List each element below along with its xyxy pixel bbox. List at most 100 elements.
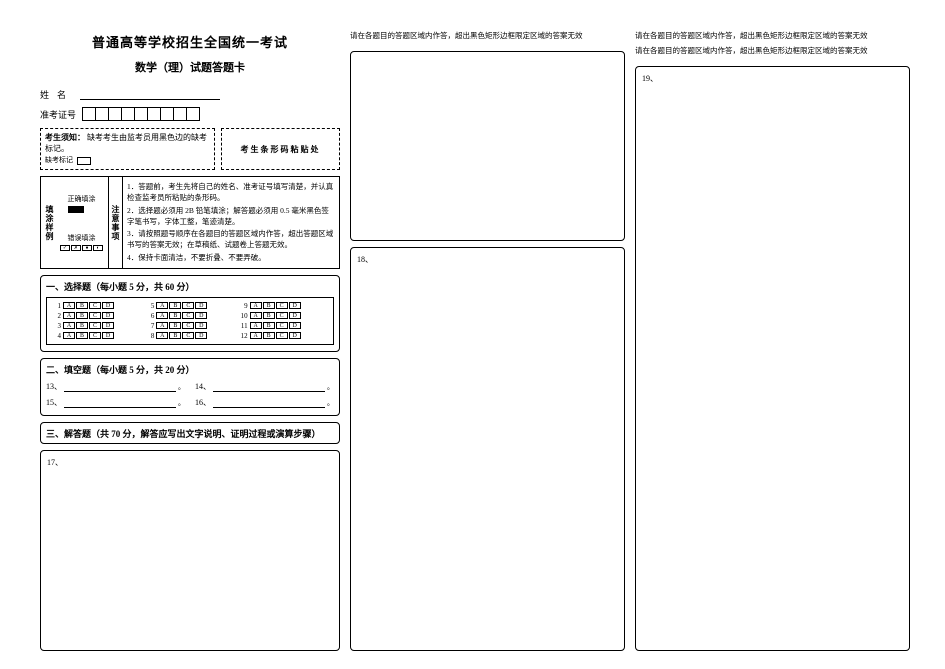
choice-qnum: 5 — [143, 301, 155, 311]
choice-bubble[interactable]: A — [156, 322, 168, 329]
choice-bubble[interactable]: C — [276, 332, 288, 339]
choice-bubble[interactable]: A — [250, 322, 262, 329]
notice-list: 1．答题前，考生先将自己的姓名、准考证号填写清楚，并认真检查监考员所粘贴的条形码… — [123, 177, 339, 268]
choice-bubble[interactable]: B — [263, 302, 275, 309]
answer-sheet: 普通高等学校招生全国统一考试 数学（理）试题答题卡 姓名 准考证号 考生须知： … — [0, 0, 945, 669]
choice-bubble[interactable]: D — [195, 322, 207, 329]
choice-qnum: 11 — [237, 321, 249, 331]
q15-label: 15、 — [46, 397, 62, 408]
choice-qnum: 3 — [50, 321, 62, 331]
q16-line[interactable] — [213, 400, 325, 408]
choice-bubble[interactable]: A — [156, 332, 168, 339]
section-1: 一、选择题（每小题 5 分，共 60 分） 1ABCD5ABCD9ABCD2AB… — [40, 275, 340, 352]
absent-label: 考生须知： — [45, 133, 85, 142]
column-1: 普通高等学校招生全国统一考试 数学（理）试题答题卡 姓名 准考证号 考生须知： … — [40, 30, 340, 651]
choice-bubble[interactable]: D — [289, 332, 301, 339]
q17-continued-box[interactable] — [350, 51, 625, 241]
choice-qnum: 7 — [143, 321, 155, 331]
q16-label: 16、 — [195, 397, 211, 408]
choice-bubble[interactable]: A — [63, 312, 75, 319]
choice-bubble[interactable]: A — [250, 332, 262, 339]
choice-bubble[interactable]: B — [263, 322, 275, 329]
col2-warning: 请在各题目的答题区域内作答，超出黑色矩形边框限定区域的答案无效 — [350, 30, 625, 41]
choice-bubble[interactable]: C — [276, 322, 288, 329]
choice-bubble[interactable]: B — [76, 332, 88, 339]
q18-box[interactable]: 18、 — [350, 247, 625, 651]
choice-bubble[interactable]: B — [76, 322, 88, 329]
choice-bubble[interactable]: D — [289, 302, 301, 309]
absent-mark-label: 缺考标记 — [45, 156, 73, 166]
section-3-header: 三、解答题（共 70 分，解答应写出文字说明、证明过程或演算步骤） — [40, 422, 340, 444]
notice-item-2: 2．选择题必须用 2B 铅笔填涂；解答题必须用 0.5 毫米黑色签字笔书写，字体… — [127, 205, 335, 228]
column-3: 请在各题目的答题区域内作答，超出黑色矩形边框限定区域的答案无效 请在各题目的答题… — [635, 30, 910, 651]
main-title: 普通高等学校招生全国统一考试 — [40, 32, 340, 51]
choice-bubble[interactable]: C — [182, 322, 194, 329]
rules-box: 填涂样例 正确填涂 错误填涂 ✓✗●◐ — [40, 176, 340, 269]
choice-qnum: 6 — [143, 311, 155, 321]
notice-item-3: 3．请按照题号顺序在各题目的答题区域内作答，超出答题区域书写的答案无效；在草稿纸… — [127, 228, 335, 251]
barcode-area: 考生条形码粘贴处 — [221, 128, 340, 170]
choice-bubble[interactable]: D — [195, 332, 207, 339]
choice-bubble[interactable]: A — [156, 302, 168, 309]
section-2-title: 二、填空题（每小题 5 分，共 20 分） — [46, 363, 334, 376]
choice-bubble[interactable]: C — [182, 302, 194, 309]
notice-item-1: 1．答题前，考生先将自己的姓名、准考证号填写清楚，并认真检查监考员所粘贴的条形码… — [127, 181, 335, 204]
choice-bubble[interactable]: A — [63, 332, 75, 339]
choice-qnum: 1 — [50, 301, 62, 311]
choice-bubble[interactable]: A — [63, 302, 75, 309]
q13-line[interactable] — [64, 384, 176, 392]
q15-line[interactable] — [64, 400, 176, 408]
q17-box[interactable]: 17、 — [40, 450, 340, 651]
wrong-sample-label: 错误填涂 — [60, 233, 103, 243]
choice-bubble[interactable]: C — [182, 332, 194, 339]
name-label: 姓名 — [40, 88, 74, 101]
fill-barcode-row: 考生须知： 缺考考生由监考员用黑色边的缺考标记。 缺考标记 考生条形码粘贴处 — [40, 128, 340, 170]
choice-bubble[interactable]: D — [102, 332, 114, 339]
notice-label-col: 注意事项 — [109, 177, 123, 268]
choice-bubble[interactable]: C — [89, 322, 101, 329]
choice-bubble[interactable]: B — [169, 312, 181, 319]
choice-bubble[interactable]: B — [169, 322, 181, 329]
choice-bubble[interactable]: C — [89, 302, 101, 309]
choice-bubble[interactable]: D — [102, 312, 114, 319]
choice-bubble[interactable]: C — [276, 312, 288, 319]
choice-bubble[interactable]: D — [195, 312, 207, 319]
choice-qnum: 10 — [237, 311, 249, 321]
choice-bubble[interactable]: B — [76, 312, 88, 319]
choice-bubble[interactable]: A — [156, 312, 168, 319]
choice-qnum: 9 — [237, 301, 249, 311]
choice-bubble[interactable]: D — [102, 302, 114, 309]
section-2: 二、填空题（每小题 5 分，共 20 分） 13、。 14、。 15、。 16、… — [40, 358, 340, 416]
absent-mark-box[interactable] — [77, 157, 91, 165]
correct-sample-box — [68, 206, 84, 213]
q18-label: 18、 — [357, 254, 618, 265]
choice-bubble[interactable]: B — [263, 332, 275, 339]
col3-warning-2: 请在各题目的答题区域内作答，超出黑色矩形边框限定区域的答案无效 — [635, 45, 910, 56]
choice-bubble[interactable]: D — [289, 322, 301, 329]
name-input-line[interactable] — [80, 90, 220, 100]
choice-qnum: 8 — [143, 331, 155, 341]
choice-bubble[interactable]: C — [182, 312, 194, 319]
barcode-label: 考生条形码粘贴处 — [241, 144, 321, 155]
absent-instruction: 考生须知： 缺考考生由监考员用黑色边的缺考标记。 缺考标记 — [40, 128, 215, 170]
choice-bubble[interactable]: A — [250, 312, 262, 319]
choice-bubble[interactable]: D — [102, 322, 114, 329]
choice-bubble[interactable]: C — [89, 312, 101, 319]
choice-bubble[interactable]: B — [263, 312, 275, 319]
choice-bubble[interactable]: B — [169, 302, 181, 309]
choice-bubble[interactable]: C — [276, 302, 288, 309]
choice-bubble[interactable]: B — [76, 302, 88, 309]
choice-bubble[interactable]: A — [250, 302, 262, 309]
choice-bubble[interactable]: A — [63, 322, 75, 329]
choice-bubble[interactable]: D — [195, 302, 207, 309]
wrong-sample-row: ✓✗●◐ — [60, 245, 103, 251]
choice-bubble[interactable]: B — [169, 332, 181, 339]
choice-bubble[interactable]: D — [289, 312, 301, 319]
q14-line[interactable] — [213, 384, 325, 392]
ticket-boxes[interactable] — [82, 107, 200, 121]
section-3-title: 三、解答题（共 70 分，解答应写出文字说明、证明过程或演算步骤） — [46, 429, 321, 439]
choice-bubble[interactable]: C — [89, 332, 101, 339]
column-2: 请在各题目的答题区域内作答，超出黑色矩形边框限定区域的答案无效 18、 — [350, 30, 625, 651]
q14-label: 14、 — [195, 381, 211, 392]
q19-box[interactable]: 19、 — [635, 66, 910, 651]
